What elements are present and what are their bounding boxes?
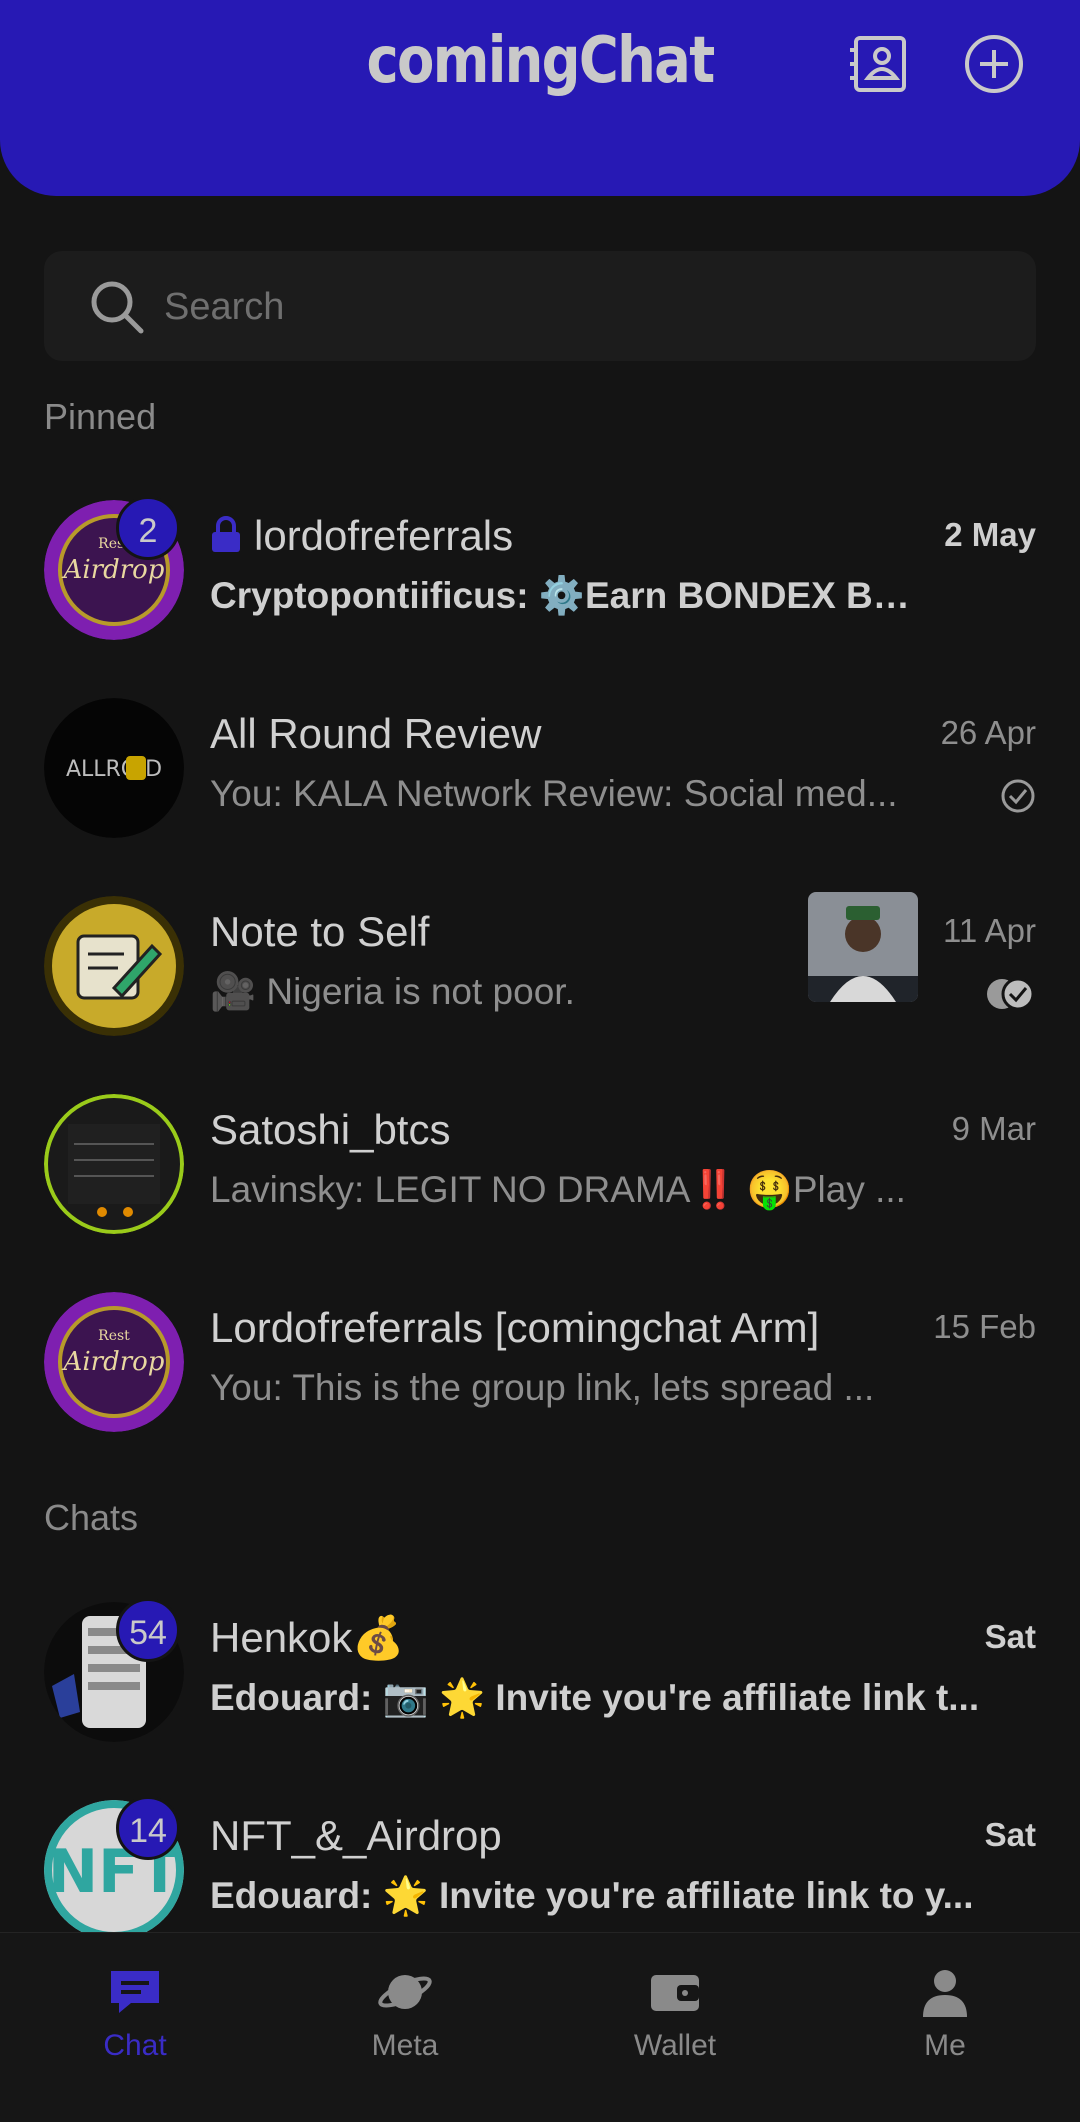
- chat-row-note-to-self[interactable]: Note to Self 🎥 Nigeria is not poor. 11 A…: [0, 868, 1080, 1064]
- search-bar[interactable]: [44, 251, 1036, 361]
- nav-wallet[interactable]: Wallet: [540, 1933, 810, 2122]
- chat-row-lordofreferrals[interactable]: Airdrop Rest 2 lordofreferrals Cryptopont…: [0, 472, 1080, 668]
- unread-badge: 2: [116, 496, 180, 560]
- svg-text:Rest: Rest: [98, 1328, 130, 1344]
- media-thumbnail: [808, 892, 918, 1002]
- preview-text: ⚙️Earn BONDEX BN...: [528, 575, 920, 616]
- chat-preview: You: This is the group link, lets spread…: [210, 1367, 932, 1409]
- avatar: [44, 896, 184, 1036]
- svg-text:Airdrop: Airdrop: [62, 1347, 165, 1377]
- chat-bubble-icon: [111, 1971, 159, 2013]
- search-icon: [91, 281, 144, 334]
- chat-name: All Round Review: [210, 710, 542, 757]
- nav-meta[interactable]: Meta: [270, 1933, 540, 2122]
- chat-time: Sat: [984, 1816, 1036, 1853]
- chat-name: Lordofreferrals [comingchat Arm]: [210, 1304, 820, 1351]
- chat-row-lordofreferrals-arm[interactable]: Airdrop Rest Lordofreferrals [comingchat …: [0, 1264, 1080, 1460]
- chat-preview: Cryptopontiificus: ⚙️Earn BONDEX BN...: [210, 575, 920, 618]
- chat-name: NFT_&_Airdrop: [210, 1812, 502, 1859]
- avatar: [44, 1094, 184, 1234]
- chat-preview: Lavinsky: LEGIT NO DRAMA‼️ 🤑Play ...: [210, 1169, 932, 1212]
- preview-sender: Cryptopontiificus:: [210, 575, 529, 616]
- contacts-card-icon[interactable]: [848, 32, 912, 96]
- preview-sender: Edouard:: [210, 1677, 373, 1718]
- chat-preview: 🎥 Nigeria is not poor.: [210, 971, 790, 1014]
- chat-name: Henkok💰: [210, 1614, 405, 1661]
- avatar: ALLRO D: [44, 698, 184, 838]
- avatar: Airdrop Rest: [44, 1292, 184, 1432]
- preview-text: KALA Network Review: Social med...: [282, 773, 898, 814]
- chat-time: 15 Feb: [933, 1308, 1036, 1345]
- planet-icon: [378, 1975, 432, 2009]
- chat-preview: You: KALA Network Review: Social med...: [210, 773, 932, 815]
- nav-label: Me: [924, 2029, 966, 2062]
- unread-badge: 54: [116, 1598, 180, 1662]
- app-header: comingChat: [0, 0, 1080, 196]
- chat-preview: Edouard: 🌟 Invite you're affiliate link …: [210, 1875, 990, 1918]
- plus-circle-icon[interactable]: [962, 32, 1026, 96]
- chat-time: 2 May: [944, 516, 1036, 553]
- chat-row-satoshi-btcs[interactable]: Satoshi_btcs Lavinsky: LEGIT NO DRAMA‼️ …: [0, 1066, 1080, 1262]
- nav-label: Meta: [371, 2029, 439, 2062]
- preview-sender: Lavinsky:: [210, 1169, 365, 1210]
- preview-text: 📷 🌟 Invite you're affiliate link t...: [372, 1677, 980, 1718]
- unread-badge: 14: [116, 1796, 180, 1860]
- chat-name: Note to Self: [210, 908, 430, 955]
- read-double-check-icon: [984, 976, 1036, 1017]
- sent-check-icon: [1000, 778, 1036, 819]
- nav-label: Wallet: [633, 2029, 717, 2062]
- chat-time: 26 Apr: [940, 714, 1036, 751]
- preview-text: This is the group link, lets spread ...: [282, 1367, 875, 1408]
- wallet-icon: [651, 1975, 699, 2011]
- search-input[interactable]: [162, 273, 1006, 341]
- preview-sender: Edouard:: [210, 1875, 373, 1916]
- preview-text: LEGIT NO DRAMA‼️ 🤑Play ...: [364, 1169, 906, 1210]
- nav-label: Chat: [103, 2029, 167, 2062]
- preview-text: 🌟 Invite you're affiliate link to y...: [372, 1875, 974, 1916]
- nav-chat[interactable]: Chat: [0, 1933, 270, 2122]
- chat-preview: Edouard: 📷 🌟 Invite you're affiliate lin…: [210, 1677, 990, 1720]
- chat-row-henkok[interactable]: 54 Henkok💰 Edouard: 📷 🌟 Invite you're af…: [0, 1574, 1080, 1770]
- preview-sender: You:: [210, 773, 283, 814]
- chat-name: Satoshi_btcs: [210, 1106, 451, 1153]
- section-pinned: Pinned: [44, 396, 157, 437]
- chat-row-all-round-review[interactable]: ALLRO D All Round Review You: KALA Netwo…: [0, 670, 1080, 866]
- person-icon: [923, 1970, 967, 2017]
- chat-name: lordofreferrals: [210, 512, 513, 564]
- nav-me[interactable]: Me: [810, 1933, 1080, 2122]
- svg-text:ALLRO D: ALLRO D: [66, 757, 162, 782]
- lock-icon: [210, 516, 242, 564]
- chat-name-text: lordofreferrals: [254, 512, 514, 559]
- preview-text: 🎥 Nigeria is not poor.: [210, 971, 575, 1012]
- section-chats: Chats: [44, 1497, 139, 1538]
- chat-time: 9 Mar: [951, 1110, 1036, 1147]
- bottom-nav: Chat Meta Wallet Me: [0, 1932, 1080, 2122]
- chat-time: Sat: [984, 1618, 1036, 1655]
- chat-time: 11 Apr: [943, 912, 1036, 949]
- preview-sender: You:: [210, 1367, 283, 1408]
